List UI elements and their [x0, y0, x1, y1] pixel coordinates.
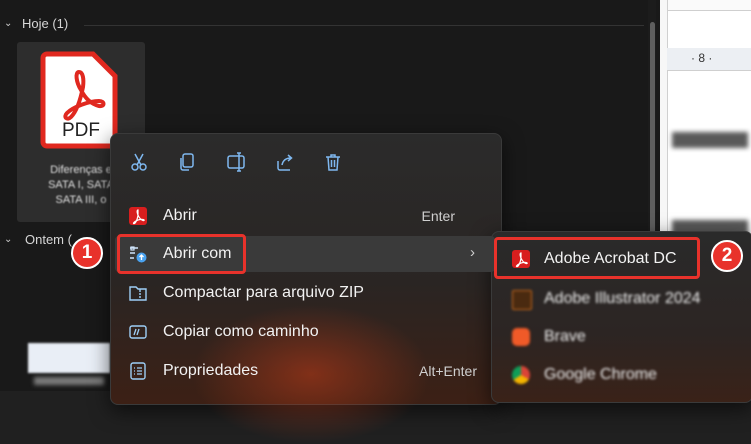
menu-item-copy-path[interactable]: Copiar como caminho: [115, 314, 495, 350]
copy-button[interactable]: [171, 148, 203, 176]
group-header-today[interactable]: Hoje (1): [22, 16, 68, 31]
share-icon: [277, 154, 293, 171]
acrobat-icon: [129, 207, 147, 225]
step-badge-1: 1: [71, 237, 103, 269]
copy-path-icon: [129, 325, 147, 339]
chrome-icon: [512, 366, 530, 384]
cut-button[interactable]: [123, 148, 155, 176]
group-divider: [84, 25, 644, 26]
highlight-open-with: [117, 234, 246, 274]
illustrator-icon: [512, 290, 532, 310]
file-thumbnail[interactable]: [28, 343, 110, 373]
shortcut-label: Alt+Enter: [419, 363, 477, 379]
menu-item-label: Compactar para arquivo ZIP: [163, 284, 364, 301]
submenu-item-label: Google Chrome: [544, 366, 657, 383]
zip-folder-icon: [129, 286, 147, 301]
submenu-item-chrome[interactable]: Google Chrome: [498, 356, 748, 394]
brave-icon: [512, 328, 530, 346]
menu-item-compress-zip[interactable]: Compactar para arquivo ZIP: [115, 275, 495, 311]
submenu-item-illustrator[interactable]: Adobe Illustrator 2024: [498, 280, 748, 318]
group-header-yesterday[interactable]: Ontem (: [25, 232, 72, 247]
submenu-item-label: Adobe Illustrator 2024: [544, 290, 701, 307]
rename-button[interactable]: [221, 148, 253, 176]
copy-icon: [180, 153, 194, 171]
share-button[interactable]: [269, 148, 301, 176]
delete-icon: [326, 154, 340, 171]
delete-button[interactable]: [317, 148, 349, 176]
document-ruler: · 8 ·: [667, 48, 751, 71]
menu-item-properties[interactable]: Propriedades Alt+Enter: [115, 353, 495, 389]
cut-icon: [131, 153, 147, 171]
menu-item-label: Propriedades: [163, 362, 259, 379]
chevron-down-icon[interactable]: ⌄: [4, 234, 12, 245]
menu-item-label: Abrir: [163, 207, 197, 224]
highlight-acrobat: [494, 237, 700, 279]
ruler-mark: · 8 ·: [691, 51, 713, 65]
doc-text-blurred: [672, 132, 748, 148]
file-name-blurred: [34, 377, 104, 385]
rename-icon: [227, 152, 245, 172]
submenu-item-brave[interactable]: Brave: [498, 318, 748, 356]
properties-icon: [130, 362, 146, 380]
menu-item-open[interactable]: Abrir Enter: [115, 198, 495, 234]
doc-toolbar-strip: [668, 0, 751, 11]
chevron-right-icon: ›: [470, 244, 475, 261]
menu-item-label: Copiar como caminho: [163, 323, 319, 340]
chevron-down-icon[interactable]: ⌄: [4, 18, 12, 29]
submenu-item-label: Brave: [544, 328, 586, 345]
step-badge-2: 2: [711, 240, 743, 272]
shortcut-label: Enter: [421, 208, 455, 224]
